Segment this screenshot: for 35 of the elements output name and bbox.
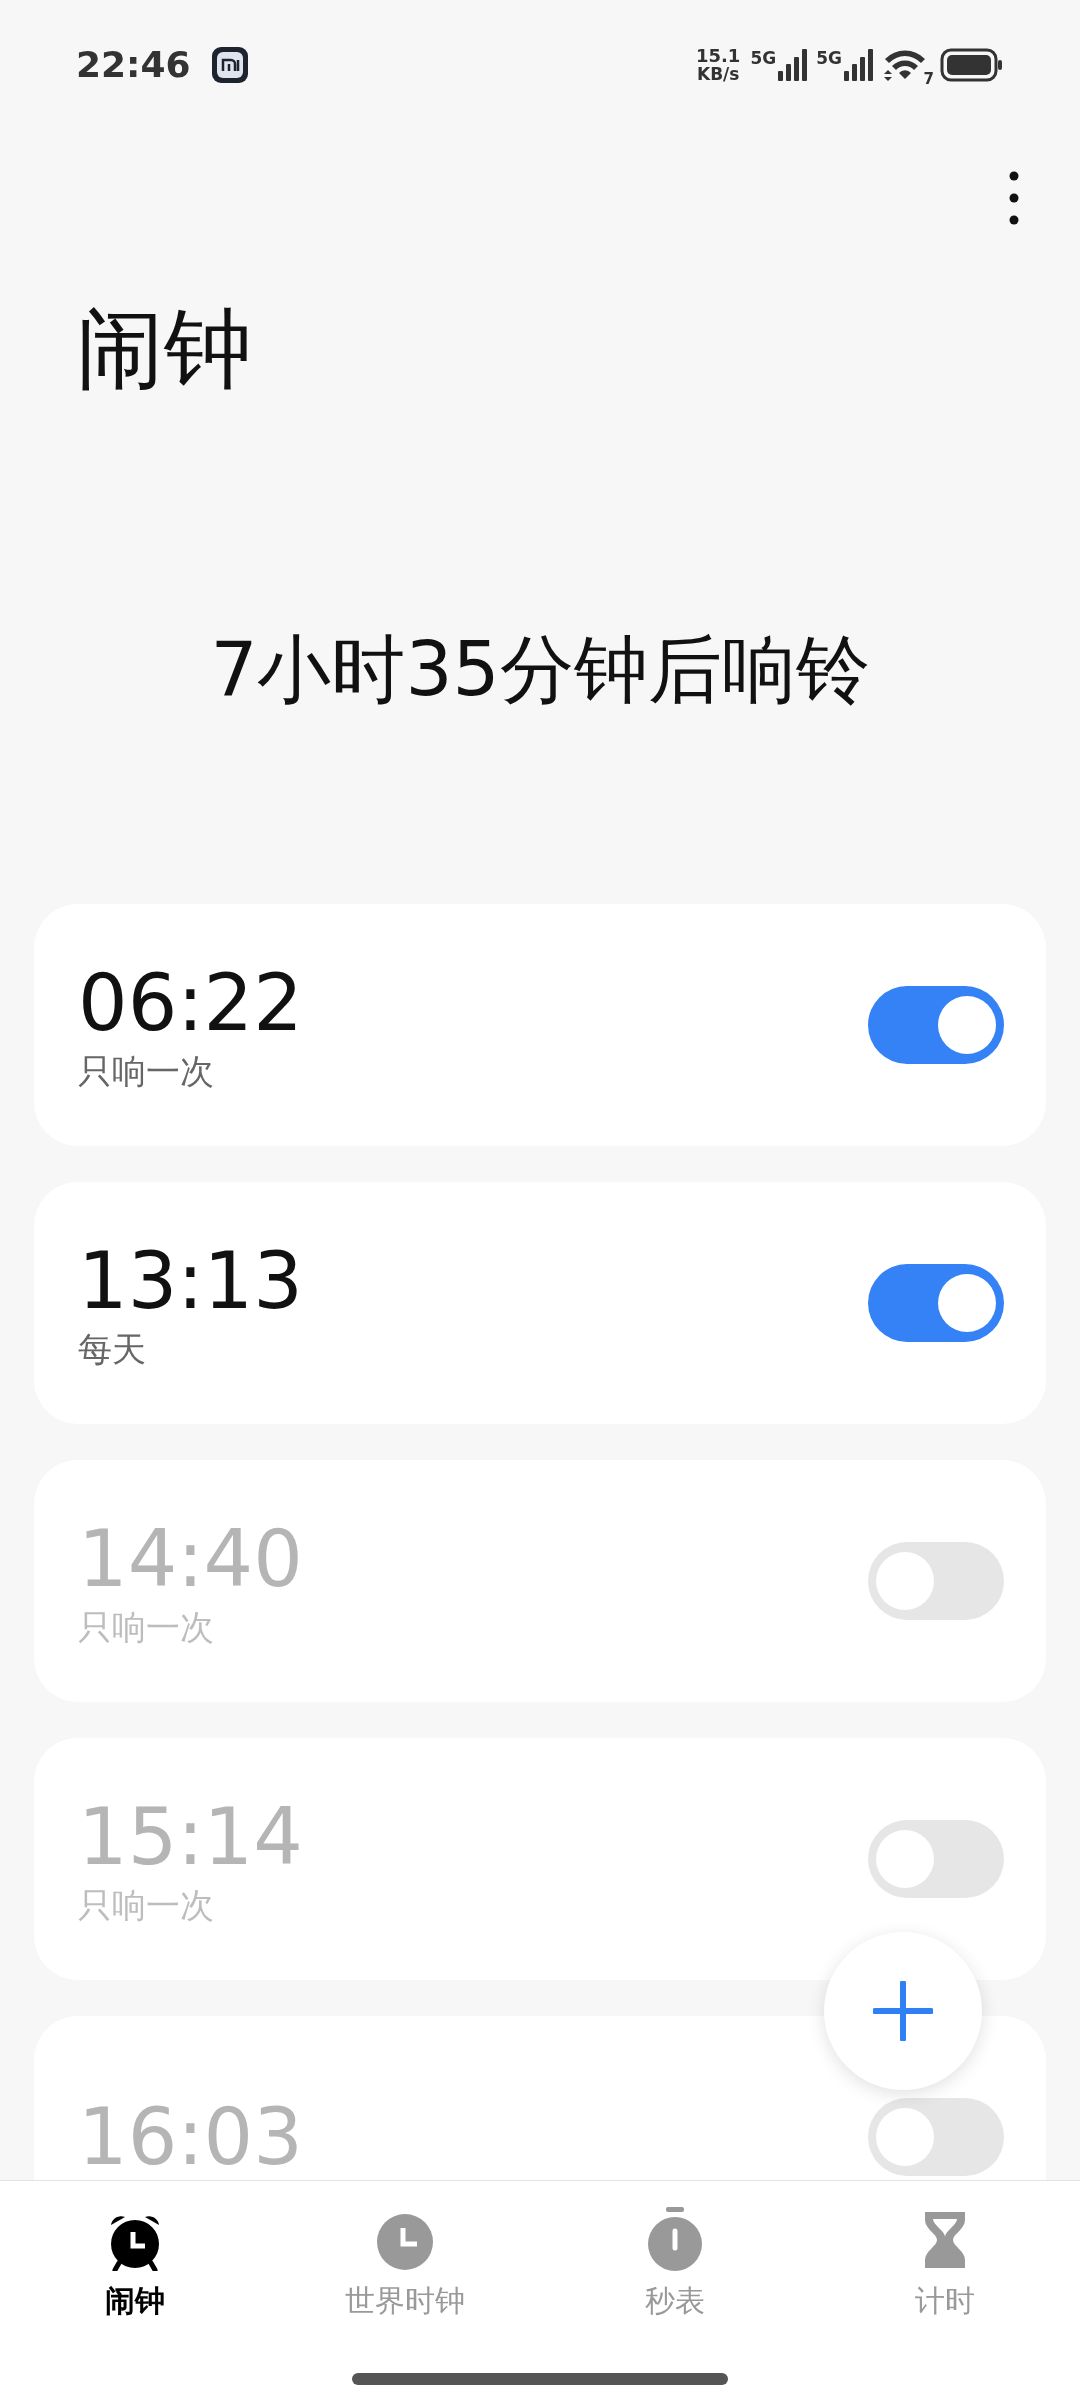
network-type: 5G [816, 49, 842, 67]
alarm-time: 14:40 [78, 1513, 304, 1605]
plus-icon [873, 1981, 933, 2041]
network-speed-unit: KB/s [696, 65, 740, 83]
alarm-card[interactable]: 14:40 只响一次 [34, 1460, 1046, 1702]
hourglass-icon [922, 2209, 968, 2271]
more-options-icon[interactable] [1008, 170, 1020, 226]
network-speed: 15.1 [696, 47, 741, 65]
alarm-time: 06:22 [78, 957, 304, 1049]
alarm-time: 15:14 [78, 1791, 304, 1883]
next-alarm-countdown: 7小时35分钟后响铃 [210, 625, 870, 714]
alarm-time: 16:03 [78, 2091, 304, 2180]
alarm-card[interactable]: 06:22 只响一次 [34, 904, 1046, 1146]
signal-icon [844, 49, 874, 81]
tab-item[interactable]: 计时 [810, 2207, 1080, 2321]
battery-icon [940, 48, 1004, 82]
tab-item[interactable]: 世界时钟 [270, 2207, 540, 2321]
alarm-card[interactable]: 15:14 只响一次 [34, 1738, 1046, 1980]
network-type: 5G [750, 49, 777, 67]
clock-icon [376, 2213, 434, 2271]
alarm-repeat: 只响一次 [78, 1606, 215, 1649]
tab-item[interactable]: 秒表 [540, 2207, 810, 2321]
alarm-card[interactable]: 16:03 [34, 2016, 1046, 2180]
alarm-time: 13:13 [78, 1235, 304, 1327]
alarm-repeat: 只响一次 [78, 1050, 215, 1093]
page-title: 闹钟 [76, 296, 253, 402]
app-notification-icon [210, 46, 249, 84]
tab-item[interactable]: 闹钟 [0, 2207, 270, 2321]
status-time: 22:46 [76, 43, 191, 87]
alarm-repeat: 每天 [78, 1328, 147, 1371]
wifi-standard-label: 7 [923, 72, 934, 87]
alarm-repeat: 只响一次 [78, 1884, 215, 1927]
signal-icon [778, 49, 809, 81]
alarm-card[interactable]: 13:13 每天 [34, 1182, 1046, 1424]
stopwatch-icon [647, 2207, 703, 2271]
